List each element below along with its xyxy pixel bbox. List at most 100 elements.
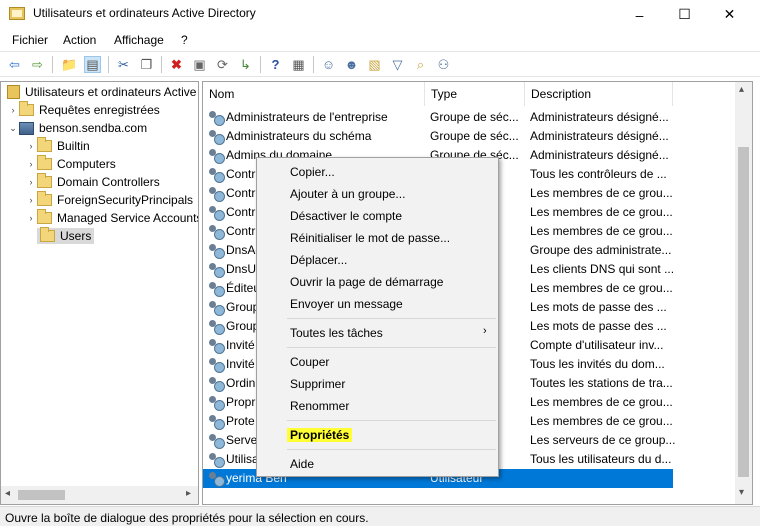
cut-icon[interactable]: ✂: [115, 56, 132, 73]
chevron-right-icon[interactable]: ›: [7, 105, 19, 115]
user-icon: [208, 471, 225, 487]
folder-icon: [37, 137, 52, 152]
group-icon: [208, 205, 225, 221]
tree-root[interactable]: Utilisateurs et ordinateurs Active Direc…: [7, 83, 198, 101]
scroll-left-icon[interactable]: ◂: [5, 488, 10, 499]
menu-add-to-group[interactable]: Ajouter à un groupe...: [290, 187, 405, 201]
table-row[interactable]: Administrateurs du schéma Groupe de séc..…: [203, 127, 673, 146]
menu-rename[interactable]: Renommer: [290, 399, 349, 413]
column-header-description[interactable]: Description: [525, 82, 673, 106]
cell-description: Groupe des administrate...: [530, 243, 672, 257]
menu-affichage[interactable]: Affichage: [114, 33, 164, 47]
add-to-group-icon[interactable]: ⚇: [435, 56, 452, 73]
menu-separator: [287, 347, 496, 348]
scroll-thumb[interactable]: [738, 147, 749, 477]
menu-help-item[interactable]: Aide: [290, 457, 314, 471]
new-group-icon[interactable]: ☻: [343, 56, 360, 73]
group-icon: [208, 186, 225, 202]
group-icon: [208, 319, 225, 335]
menu-delete[interactable]: Supprimer: [290, 377, 345, 391]
help-icon[interactable]: ?: [267, 56, 284, 73]
menu-open-home-page[interactable]: Ouvrir la page de démarrage: [290, 275, 443, 289]
cell-name: Ordin: [226, 376, 256, 390]
chevron-right-icon[interactable]: ›: [25, 141, 37, 151]
menu-move[interactable]: Déplacer...: [290, 253, 347, 267]
folder-icon: [37, 209, 52, 224]
tree-item-builtin[interactable]: › Builtin: [25, 137, 90, 155]
tree-item-managed-service-accounts[interactable]: › Managed Service Accounts: [25, 209, 198, 227]
tree-item-domain-controllers[interactable]: › Domain Controllers: [25, 173, 160, 191]
tree-horizontal-scrollbar[interactable]: ◂ ▸: [1, 486, 198, 504]
chevron-down-icon[interactable]: ⌄: [7, 123, 19, 134]
menu-help[interactable]: ?: [181, 33, 188, 47]
group-icon: [208, 281, 225, 297]
menu-copy[interactable]: Copier...: [290, 165, 335, 179]
cell-type: Groupe de séc...: [430, 110, 519, 124]
chevron-right-icon[interactable]: ›: [25, 177, 37, 187]
menu-cut[interactable]: Couper: [290, 355, 329, 369]
app-icon: [9, 7, 25, 20]
forward-icon[interactable]: ⇨: [29, 56, 46, 73]
tree-root-label: Utilisateurs et ordinateurs Active Direc…: [25, 85, 198, 99]
scroll-thumb[interactable]: [18, 490, 65, 500]
column-header-name[interactable]: Nom: [203, 82, 425, 106]
menu-properties[interactable]: Propriétés: [287, 428, 353, 442]
cell-description: Administrateurs désigné...: [530, 110, 669, 124]
cell-name: Contr: [226, 224, 256, 238]
menu-action[interactable]: Action: [63, 33, 96, 47]
menu-separator: [287, 449, 496, 450]
list-vertical-scrollbar[interactable]: ▴ ▾: [735, 82, 752, 504]
back-icon[interactable]: ⇦: [6, 56, 23, 73]
menu-disable-account[interactable]: Désactiver le compte: [290, 209, 402, 223]
menu-reset-password[interactable]: Réinitialiser le mot de passe...: [290, 231, 450, 245]
tree-item-label: Builtin: [57, 139, 90, 153]
chevron-right-icon[interactable]: ›: [25, 159, 37, 169]
refresh-icon[interactable]: ⟳: [214, 56, 231, 73]
cell-description: Toutes les stations de tra...: [530, 376, 673, 390]
menu-fichier[interactable]: Fichier: [12, 33, 48, 47]
chevron-right-icon[interactable]: ›: [25, 195, 37, 205]
maximize-button[interactable]: ☐: [662, 0, 707, 29]
tree-item-computers[interactable]: › Computers: [25, 155, 116, 173]
menu-all-tasks[interactable]: Toutes les tâches: [290, 326, 383, 340]
show-tree-icon[interactable]: ▤: [84, 56, 101, 73]
export-icon[interactable]: ↳: [237, 56, 254, 73]
tree-item-label: Computers: [57, 157, 116, 171]
chevron-right-icon[interactable]: ›: [25, 213, 37, 223]
close-button[interactable]: ✕: [707, 0, 752, 29]
menu-separator: [287, 420, 496, 421]
tree-item-domain[interactable]: ⌄ benson.sendba.com: [7, 119, 147, 137]
copy-icon[interactable]: ❐: [138, 56, 155, 73]
group-icon: [208, 452, 225, 468]
table-row[interactable]: Administrateurs de l'entreprise Groupe de…: [203, 108, 673, 127]
status-bar: Ouvre la boîte de dialogue des propriété…: [0, 506, 760, 526]
group-icon: [208, 395, 225, 411]
filter-icon[interactable]: ▽: [389, 56, 406, 73]
menu-separator: [287, 318, 496, 319]
view-icon[interactable]: ▦: [290, 56, 307, 73]
find-icon[interactable]: ⌕: [412, 56, 429, 73]
cell-name: Prote: [226, 414, 255, 428]
new-user-icon[interactable]: ☺: [320, 56, 337, 73]
scroll-up-icon[interactable]: ▴: [739, 84, 744, 95]
tree-item-users[interactable]: Users: [25, 227, 95, 245]
up-folder-icon[interactable]: 📁: [61, 56, 78, 73]
cell-name: Group: [226, 300, 260, 314]
folder-icon: [19, 101, 34, 116]
menu-send-message[interactable]: Envoyer un message: [290, 297, 403, 311]
scroll-right-icon[interactable]: ▸: [186, 488, 191, 499]
new-ou-icon[interactable]: ▧: [366, 56, 383, 73]
tree-item-saved-queries[interactable]: › Requêtes enregistrées: [7, 101, 160, 119]
column-header-type[interactable]: Type: [425, 82, 525, 106]
minimize-button[interactable]: –: [617, 0, 662, 29]
group-icon: [208, 167, 225, 183]
folder-icon: [37, 191, 52, 206]
cell-description: Les membres de ce grou...: [530, 281, 673, 295]
tree-item-foreign-security-principals[interactable]: › ForeignSecurityPrincipals: [25, 191, 193, 209]
properties-icon[interactable]: ▣: [191, 56, 208, 73]
scroll-down-icon[interactable]: ▾: [739, 487, 744, 498]
cell-name: Contr: [226, 205, 256, 219]
chevron-right-icon: ›: [483, 325, 487, 337]
delete-icon[interactable]: ✖: [168, 56, 185, 73]
tree-pane: Utilisateurs et ordinateurs Active Direc…: [0, 81, 199, 505]
